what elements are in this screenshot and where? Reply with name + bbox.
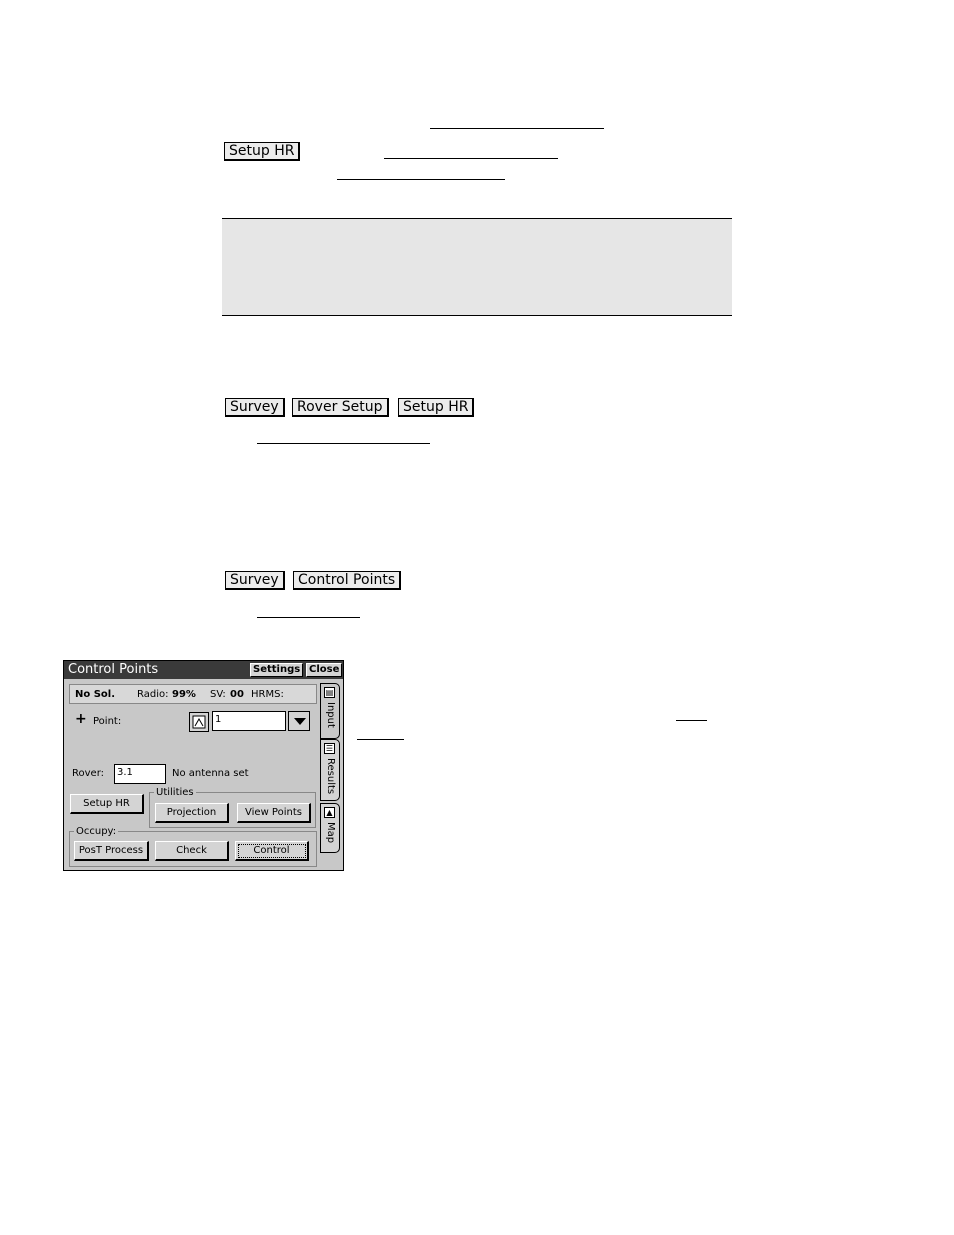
control-points-screen: Control Points Settings Close No Sol. Ra… — [63, 660, 344, 871]
point-dropdown-button[interactable] — [288, 711, 310, 731]
point-label: Point: — [93, 716, 122, 727]
chevron-down-icon — [294, 718, 306, 725]
input-icon: ▤ — [324, 687, 335, 698]
control-points-key[interactable]: Control Points — [293, 571, 402, 590]
rover-input[interactable]: 3.1 — [114, 764, 166, 784]
tab-results-label: Results — [325, 758, 336, 795]
tab-input[interactable]: ▤ Input — [320, 683, 340, 739]
hrms-label: HRMS: — [251, 689, 284, 700]
projection-button[interactable]: Projection — [155, 803, 229, 823]
setup-hr-key[interactable]: Setup HR — [224, 142, 301, 161]
close-button[interactable]: Close — [306, 663, 343, 677]
note-box — [222, 218, 732, 316]
post-process-button[interactable]: PosT Process — [74, 841, 149, 861]
blank-line-3 — [337, 179, 505, 180]
sv-value: 00 — [230, 689, 244, 700]
radio-label: Radio: — [137, 689, 169, 700]
blank-line-4 — [257, 443, 430, 444]
results-icon: ☰ — [324, 743, 335, 754]
window-title: Control Points — [68, 662, 159, 677]
blank-line-6 — [676, 720, 707, 721]
tab-map-label: Map — [325, 822, 336, 844]
blank-line-7 — [357, 739, 404, 740]
rover-label: Rover: — [72, 768, 104, 779]
utilities-label: Utilities — [154, 787, 196, 798]
occupy-label: Occupy: — [74, 826, 119, 837]
radio-value: 99% — [172, 689, 196, 700]
point-input[interactable]: 1 — [212, 711, 286, 731]
setup-hr-key-2[interactable]: Setup HR — [398, 398, 475, 417]
tab-input-label: Input — [325, 702, 336, 728]
antenna-status: No antenna set — [172, 768, 249, 779]
blank-line-5 — [257, 617, 360, 618]
survey-key-2[interactable]: Survey — [225, 571, 285, 590]
survey-key[interactable]: Survey — [225, 398, 285, 417]
status-bar: No Sol. Radio: 99% SV: 00 HRMS: — [69, 684, 317, 704]
settings-button[interactable]: Settings — [250, 663, 304, 677]
blank-line-2 — [384, 158, 558, 159]
tab-map[interactable]: ▲ Map — [320, 803, 340, 853]
solution-status: No Sol. — [75, 689, 116, 700]
sv-label: SV: — [210, 689, 226, 700]
tab-results[interactable]: ☰ Results — [320, 739, 340, 801]
plus-icon: + — [75, 711, 87, 727]
rover-setup-key[interactable]: Rover Setup — [292, 398, 389, 417]
title-bar: Control Points Settings Close — [64, 661, 343, 679]
map-pick-icon[interactable] — [189, 712, 209, 732]
setup-hr-button[interactable]: Setup HR — [70, 794, 144, 814]
control-button[interactable]: Control — [235, 841, 309, 861]
map-icon: ▲ — [324, 807, 335, 818]
view-points-button[interactable]: View Points — [237, 803, 311, 823]
check-button[interactable]: Check — [155, 841, 229, 861]
blank-line-1 — [430, 128, 604, 129]
